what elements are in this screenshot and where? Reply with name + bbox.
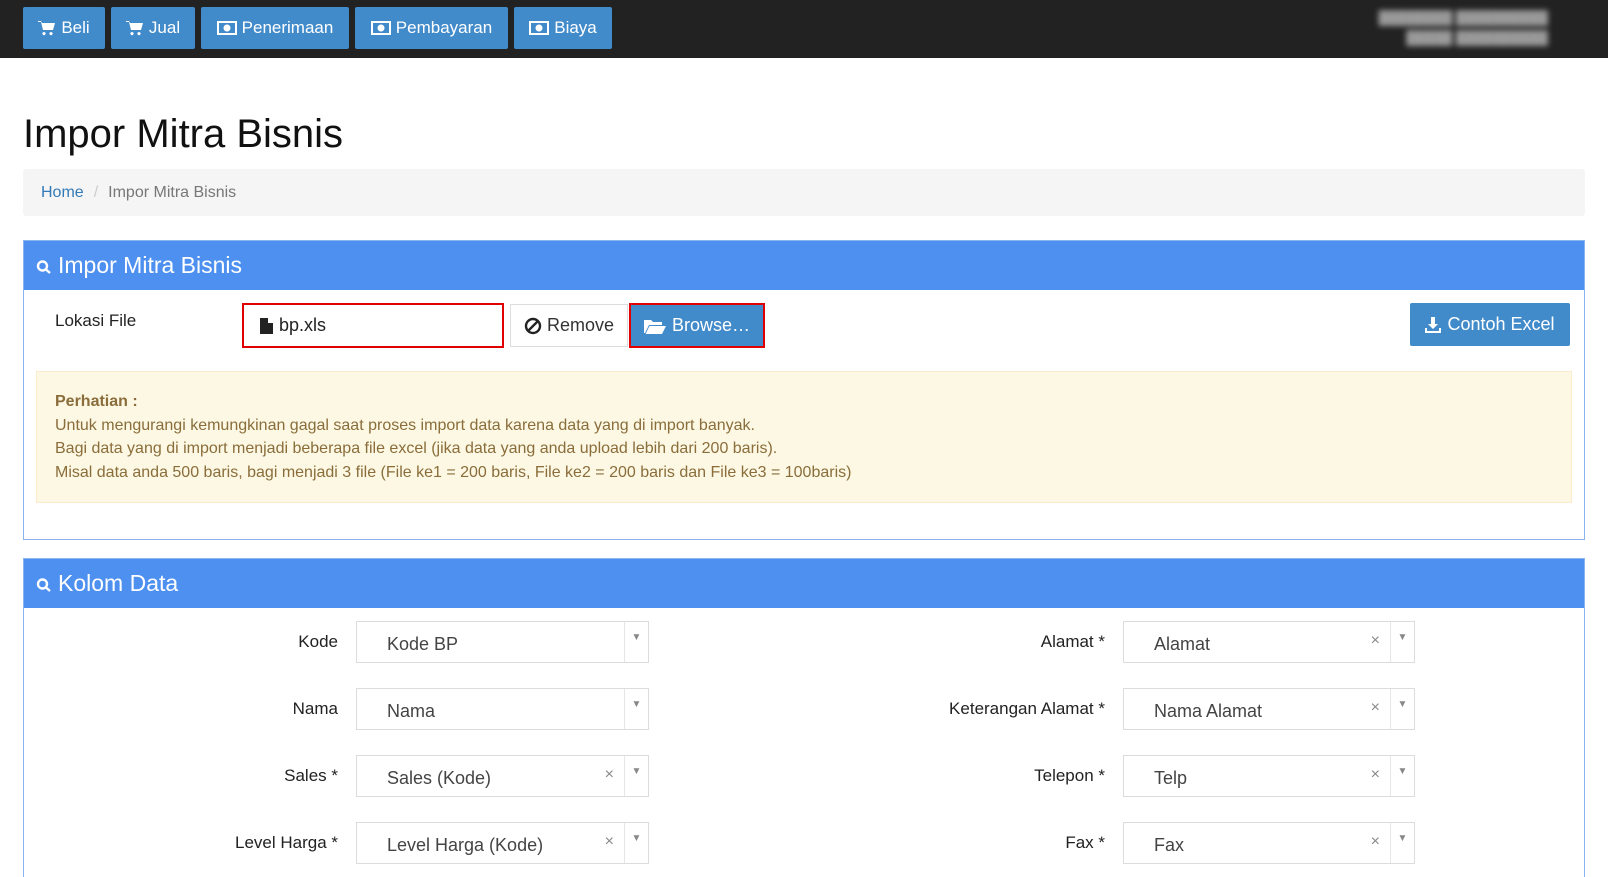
browse-file-label: Browse… bbox=[671, 315, 751, 335]
keterangan-alamat-select[interactable]: Nama Alamat × ▼ bbox=[1123, 688, 1415, 730]
folder-open-icon bbox=[643, 319, 666, 334]
chevron-down-icon[interactable]: ▼ bbox=[1390, 622, 1414, 662]
file-location-label: Lokasi File bbox=[55, 311, 137, 330]
alamat-label: Alamat * bbox=[1040, 632, 1105, 651]
import-panel-header: Impor Mitra Bisnis bbox=[24, 241, 1584, 290]
file-name-field[interactable]: bp.xls bbox=[242, 303, 504, 348]
columns-panel-header: Kolom Data bbox=[24, 559, 1584, 608]
nama-select[interactable]: Nama ▼ bbox=[356, 688, 649, 730]
telepon-select[interactable]: Telp × ▼ bbox=[1123, 755, 1415, 797]
user-info[interactable]: ████████ ██████████ █████ ██████████ bbox=[1368, 8, 1548, 48]
kode-select-value: Kode BP bbox=[387, 634, 459, 654]
chevron-down-icon[interactable]: ▼ bbox=[1390, 823, 1414, 863]
nav-biaya-button[interactable]: Biaya bbox=[514, 7, 612, 49]
clear-icon[interactable]: × bbox=[605, 766, 614, 784]
notice-line: Bagi data yang di import menjadi beberap… bbox=[55, 440, 778, 457]
notice-line: Misal data anda 500 baris, bagi menjadi … bbox=[55, 463, 852, 481]
level-harga-label: Level Harga * bbox=[234, 833, 338, 852]
user-name: ████████ ██████████ bbox=[1378, 10, 1548, 25]
nav-label: Pembayaran bbox=[395, 18, 493, 37]
import-panel-title: Impor Mitra Bisnis bbox=[58, 252, 243, 278]
clear-icon[interactable]: × bbox=[1371, 766, 1380, 784]
notice-line: Untuk mengurangi kemungkinan gagal saat … bbox=[55, 416, 755, 434]
user-email: █████ ██████████ bbox=[1406, 30, 1548, 45]
nav-jual-button[interactable]: Jual bbox=[111, 7, 195, 49]
cart-icon bbox=[38, 21, 56, 36]
kode-label: Kode bbox=[298, 632, 338, 651]
keterangan-alamat-label: Keterangan Alamat * bbox=[949, 699, 1105, 718]
file-name-value: bp.xls bbox=[279, 315, 327, 335]
clear-icon[interactable]: × bbox=[1371, 833, 1380, 851]
search-icon bbox=[36, 577, 51, 592]
top-navbar: Beli Jual Penerimaan Pembayaran Biaya ██… bbox=[0, 0, 1608, 58]
alamat-select[interactable]: Alamat × ▼ bbox=[1123, 621, 1415, 663]
chevron-down-icon[interactable]: ▼ bbox=[624, 689, 648, 729]
chevron-down-icon[interactable]: ▼ bbox=[624, 622, 648, 662]
sample-excel-button[interactable]: Contoh Excel bbox=[1410, 303, 1570, 346]
clear-icon[interactable]: × bbox=[1371, 699, 1380, 717]
chevron-down-icon[interactable]: ▼ bbox=[624, 756, 648, 796]
import-panel: Impor Mitra Bisnis Lokasi File bp.xls Re… bbox=[23, 240, 1585, 540]
clear-icon[interactable]: × bbox=[605, 833, 614, 851]
chevron-down-icon[interactable]: ▼ bbox=[624, 823, 648, 863]
nav-label: Beli bbox=[61, 18, 90, 37]
columns-panel-title: Kolom Data bbox=[58, 570, 179, 596]
alamat-select-value: Alamat bbox=[1154, 634, 1211, 654]
breadcrumb-separator: / bbox=[93, 183, 99, 201]
nav-label: Biaya bbox=[554, 18, 597, 37]
fax-select-value: Fax bbox=[1154, 835, 1185, 855]
breadcrumb-current: Impor Mitra Bisnis bbox=[108, 183, 237, 201]
nav-label: Jual bbox=[148, 18, 181, 37]
nav-pembayaran-button[interactable]: Pembayaran bbox=[355, 7, 508, 49]
keterangan-alamat-select-value: Nama Alamat bbox=[1154, 701, 1263, 721]
nav-label: Penerimaan bbox=[241, 18, 334, 37]
chevron-down-icon[interactable]: ▼ bbox=[1390, 689, 1414, 729]
nama-label: Nama bbox=[292, 699, 338, 718]
sales-select-value: Sales (Kode) bbox=[387, 768, 492, 788]
sales-label: Sales * bbox=[284, 766, 338, 785]
telepon-label: Telepon * bbox=[1034, 766, 1105, 785]
level-harga-select[interactable]: Level Harga (Kode) × ▼ bbox=[356, 822, 649, 864]
remove-file-button[interactable]: Remove bbox=[510, 304, 628, 347]
kode-select[interactable]: Kode BP ▼ bbox=[356, 621, 649, 663]
download-icon bbox=[1425, 316, 1442, 333]
money-icon bbox=[529, 21, 550, 35]
browse-file-button[interactable]: Browse… bbox=[629, 303, 765, 348]
remove-file-label: Remove bbox=[546, 315, 615, 335]
fax-label: Fax * bbox=[1065, 833, 1105, 852]
search-icon bbox=[36, 259, 51, 274]
nav-penerimaan-button[interactable]: Penerimaan bbox=[201, 7, 349, 49]
fax-select[interactable]: Fax × ▼ bbox=[1123, 822, 1415, 864]
money-icon bbox=[216, 21, 237, 35]
notice-box: Perhatian : Untuk mengurangi kemungkinan… bbox=[36, 371, 1572, 503]
nama-select-value: Nama bbox=[387, 701, 436, 721]
clear-icon[interactable]: × bbox=[1371, 632, 1380, 650]
chevron-down-icon[interactable]: ▼ bbox=[1390, 756, 1414, 796]
level-harga-select-value: Level Harga (Kode) bbox=[387, 835, 544, 855]
telepon-select-value: Telp bbox=[1154, 768, 1188, 788]
file-icon bbox=[260, 317, 273, 334]
page-title: Impor Mitra Bisnis bbox=[23, 112, 344, 156]
sales-select[interactable]: Sales (Kode) × ▼ bbox=[356, 755, 649, 797]
notice-title: Perhatian : bbox=[55, 393, 138, 410]
cart-icon bbox=[125, 21, 143, 36]
breadcrumb-home-link[interactable]: Home bbox=[41, 184, 84, 202]
breadcrumb: Home / Impor Mitra Bisnis bbox=[23, 169, 1585, 216]
sample-excel-label: Contoh Excel bbox=[1447, 314, 1555, 334]
ban-icon bbox=[524, 317, 542, 334]
money-icon bbox=[370, 21, 391, 35]
nav-beli-button[interactable]: Beli bbox=[23, 7, 105, 49]
columns-panel: Kolom Data Kode Kode BP ▼ Nama Nama ▼ Sa… bbox=[23, 558, 1585, 877]
